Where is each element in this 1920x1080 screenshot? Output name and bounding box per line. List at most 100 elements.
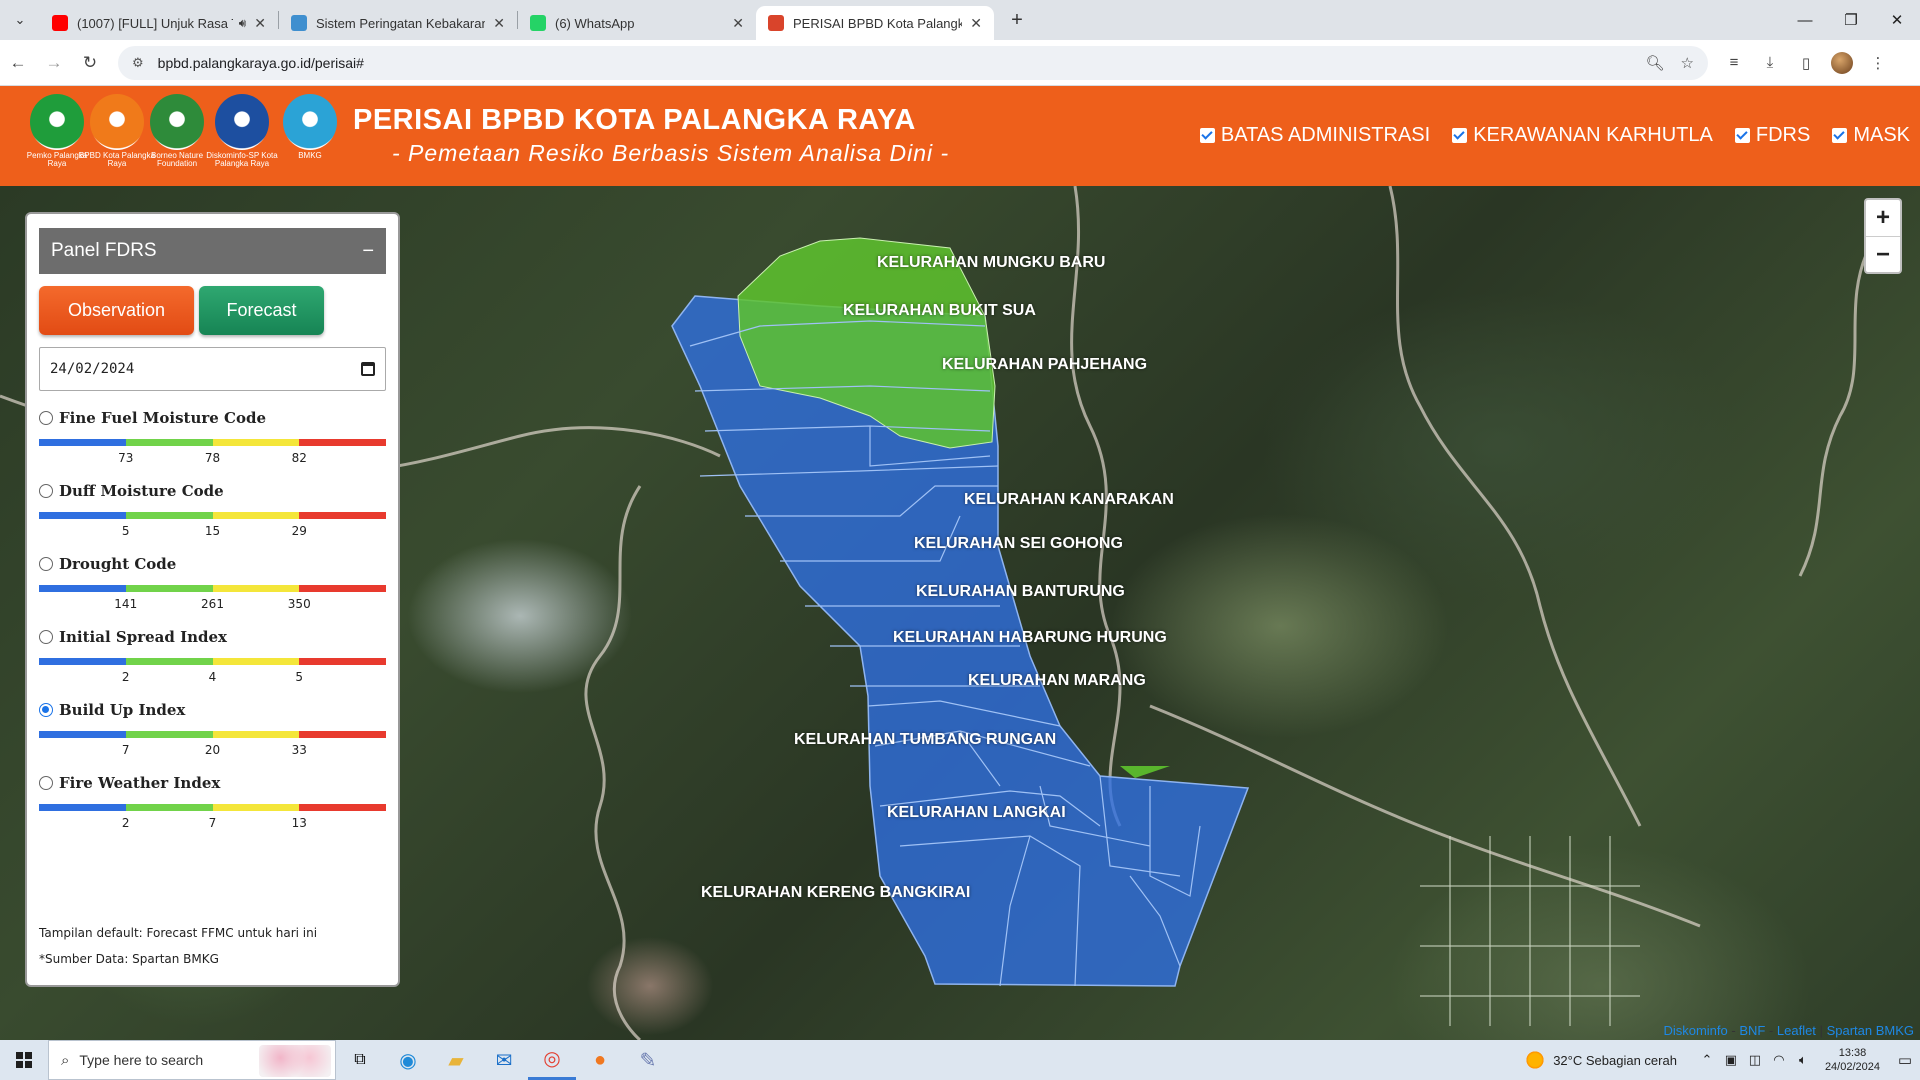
tab-close-icon[interactable]: ✕ — [493, 15, 505, 32]
scale-segment — [125, 731, 213, 738]
zoom-control: + − — [1864, 198, 1902, 274]
new-tab-icon[interactable]: + — [1000, 9, 1034, 32]
panel-minimize-button[interactable]: − — [362, 240, 374, 263]
zoom-in-button[interactable]: + — [1866, 200, 1900, 236]
address-bar[interactable]: ⚙ bpbd.palangkaraya.go.id/perisai# 🔍︎ ☆ — [118, 45, 1708, 80]
scale-segment — [39, 512, 126, 519]
url-text[interactable]: bpbd.palangkaraya.go.id/perisai# — [158, 55, 1630, 71]
index-radio[interactable] — [39, 630, 53, 644]
search-highlight-image[interactable] — [259, 1045, 331, 1077]
minimize-window-icon[interactable]: — — [1782, 0, 1828, 40]
index-color-scale — [39, 512, 386, 519]
back-icon[interactable]: ← — [0, 53, 36, 73]
layer-toggle-1[interactable]: KERAWANAN KARHUTLA — [1452, 124, 1713, 147]
attribution-link-spartan[interactable]: Spartan BMKG — [1827, 1023, 1914, 1038]
search-icon: ⌕ — [61, 1051, 70, 1069]
file-explorer-icon[interactable]: ▰ — [432, 1040, 480, 1080]
start-button[interactable] — [0, 1040, 48, 1080]
layer-label: BATAS ADMINISTRASI — [1220, 124, 1431, 146]
scale-segment — [299, 658, 386, 665]
partner-logo-4: BMKG — [271, 94, 349, 160]
browser-tab-2[interactable]: (6) WhatsApp ✕ — [518, 6, 756, 40]
tab-search-icon[interactable]: ⌄ — [0, 0, 40, 40]
notification-icon[interactable]: ▭ — [1890, 1051, 1920, 1069]
forecast-button[interactable]: Forecast — [199, 286, 324, 335]
tab-close-icon[interactable]: ✕ — [732, 15, 744, 32]
wifi-icon[interactable]: ◠ — [1767, 1052, 1791, 1068]
app-icon[interactable]: ✎ — [624, 1040, 672, 1080]
browser-tab-bar: ⌄ (1007) [FULL] Unjuk Rasa Tol 🔊︎ ✕ Sistem … — [0, 0, 1920, 40]
tab-favicon-icon — [530, 15, 546, 31]
tab-audio-icon[interactable]: 🔊︎ — [239, 16, 247, 31]
layer-toggle-3[interactable]: MASK — [1832, 124, 1910, 147]
attribution-link-bnf[interactable]: BNF — [1739, 1023, 1765, 1038]
layer-toggle-0[interactable]: BATAS ADMINISTRASI — [1199, 124, 1431, 147]
calendar-icon[interactable] — [361, 362, 375, 376]
reload-icon[interactable]: ↻ — [72, 53, 108, 73]
task-view-icon[interactable]: ⧉ — [336, 1040, 384, 1080]
index-radio-row[interactable]: Fire Weather Index — [39, 774, 386, 792]
site-info-icon[interactable]: ⚙ — [132, 55, 144, 71]
windows-logo-icon — [16, 1052, 32, 1068]
layer-checkbox[interactable] — [1832, 128, 1848, 143]
forward-icon[interactable]: → — [36, 53, 72, 73]
side-panel-icon[interactable]: ▯ — [1788, 54, 1824, 72]
index-radio-row[interactable]: Build Up Index — [39, 701, 386, 719]
layer-checkbox[interactable] — [1452, 128, 1468, 143]
tab-favicon-icon — [291, 15, 307, 31]
index-radio[interactable] — [39, 776, 53, 790]
bookmark-star-icon[interactable]: ☆ — [1681, 54, 1694, 72]
index-option-2: Drought Code 141 261 350 — [39, 555, 386, 611]
tab-close-icon[interactable]: ✕ — [254, 15, 266, 32]
layer-toggle-2[interactable]: FDRS — [1734, 124, 1811, 147]
index-radio[interactable] — [39, 484, 53, 498]
tray-app-icon[interactable]: ▣ — [1719, 1052, 1743, 1068]
chrome-icon[interactable]: ◎ — [528, 1040, 576, 1080]
close-window-icon[interactable]: ✕ — [1874, 0, 1920, 40]
layer-toggles: BATAS ADMINISTRASI KERAWANAN KARHUTLA FDRS… — [1178, 124, 1910, 147]
layer-label: MASK — [1853, 124, 1910, 146]
weather-widget[interactable]: 32°C Sebagian cerah — [1525, 1050, 1677, 1070]
index-radio-row[interactable]: Fine Fuel Moisture Code — [39, 409, 386, 427]
scale-segment — [125, 512, 213, 519]
edge-icon[interactable]: ◉ — [384, 1040, 432, 1080]
volume-icon[interactable]: 🔈︎ — [1791, 1052, 1815, 1068]
logo-emblem-icon — [283, 94, 337, 150]
browser-tab-1[interactable]: Sistem Peringatan Kebakaran H ✕ — [279, 6, 517, 40]
profile-avatar[interactable] — [1831, 51, 1853, 74]
layer-checkbox[interactable] — [1734, 128, 1750, 143]
tray-chevron-icon[interactable]: ⌃ — [1695, 1052, 1719, 1068]
attribution-link-leaflet[interactable]: Leaflet — [1777, 1023, 1816, 1038]
downloads-icon[interactable]: ⤓ — [1752, 54, 1788, 71]
attribution-link-diskominfo[interactable]: Diskominfo — [1663, 1023, 1727, 1038]
index-radio[interactable] — [39, 411, 53, 425]
index-radio-row[interactable]: Drought Code — [39, 555, 386, 573]
taskbar-search-placeholder: Type here to search — [79, 1052, 204, 1068]
media-controls-icon[interactable]: ≡ — [1716, 54, 1752, 71]
index-radio[interactable] — [39, 703, 53, 717]
taskbar-search[interactable]: ⌕ Type here to search — [48, 1040, 336, 1080]
restore-window-icon[interactable]: ❐ — [1828, 0, 1874, 40]
index-radio-row[interactable]: Initial Spread Index — [39, 628, 386, 646]
browser-tab-3[interactable]: PERISAI BPBD Kota Palangka Ra ✕ — [756, 6, 994, 40]
firefox-icon[interactable]: ● — [576, 1040, 624, 1080]
index-radio[interactable] — [39, 557, 53, 571]
mail-icon[interactable]: ✉ — [480, 1040, 528, 1080]
fdrs-panel: Panel FDRS − Observation Forecast 24/02/… — [25, 212, 400, 987]
tray-meet-icon[interactable]: ◫ — [1743, 1052, 1767, 1068]
system-tray: 32°C Sebagian cerah ⌃ ▣ ◫ ◠ 🔈︎ 13:38 24/… — [1525, 1040, 1920, 1080]
layer-label: FDRS — [1755, 124, 1811, 146]
logo-caption: Diskominfo-SP Kota Palangka Raya — [206, 151, 278, 168]
zoom-out-button[interactable]: − — [1866, 236, 1900, 272]
tab-close-icon[interactable]: ✕ — [970, 15, 982, 32]
date-input[interactable]: 24/02/2024 — [39, 347, 386, 391]
browser-tab-0[interactable]: (1007) [FULL] Unjuk Rasa Tol 🔊︎ ✕ — [40, 6, 278, 40]
zoom-lens-icon[interactable]: 🔍︎ — [1646, 54, 1665, 72]
layer-checkbox[interactable] — [1199, 128, 1215, 143]
scale-segment — [39, 585, 126, 592]
index-radio-row[interactable]: Duff Moisture Code — [39, 482, 386, 500]
browser-menu-icon[interactable]: ⋮ — [1860, 54, 1896, 72]
clock[interactable]: 13:38 24/02/2024 — [1825, 1046, 1880, 1074]
scale-tick-label: 7 — [208, 816, 217, 830]
observation-button[interactable]: Observation — [39, 286, 194, 335]
